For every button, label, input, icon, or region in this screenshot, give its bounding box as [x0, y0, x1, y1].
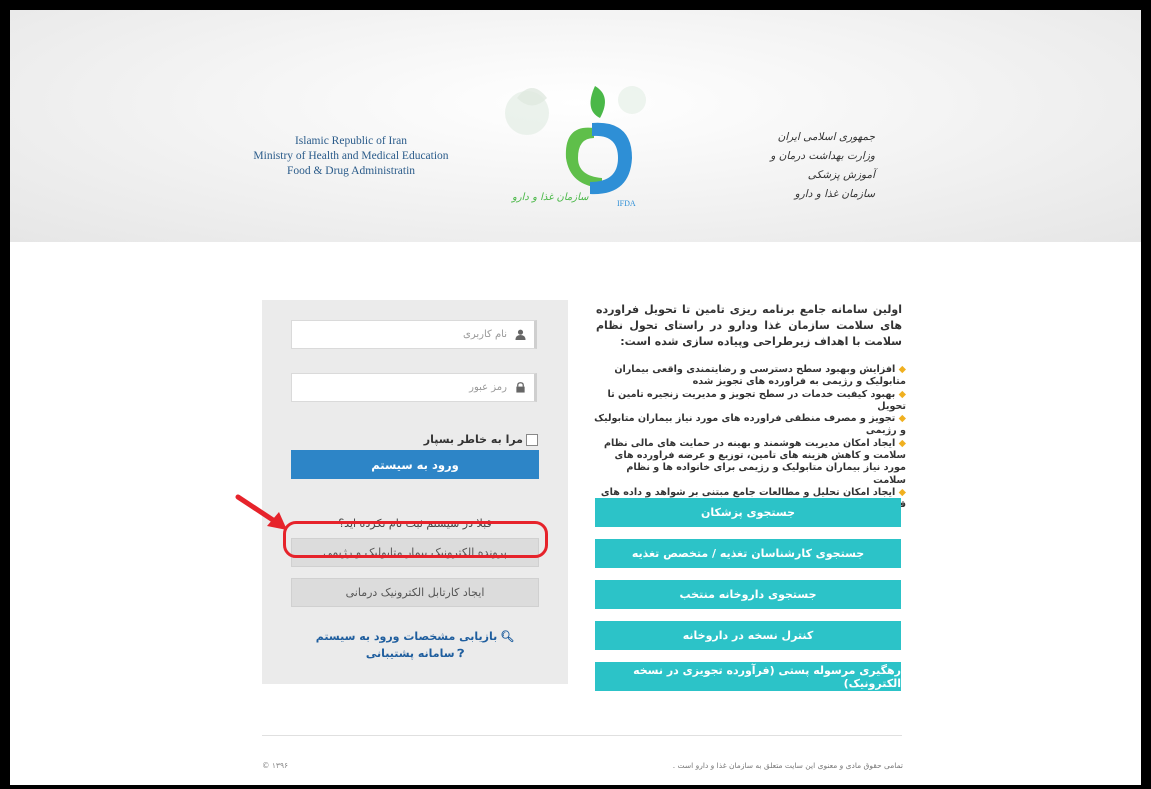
- header-fa-line-2: وزارت بهداشت درمان و آموزش پزشکی: [770, 150, 875, 181]
- header-english-text: Islamic Republic of Iran Ministry of Hea…: [246, 134, 456, 179]
- check-prescription-button[interactable]: کنترل نسخه در داروخانه: [595, 621, 901, 650]
- diamond-icon: ◆: [895, 364, 906, 375]
- highlight-ring-annotation: [283, 521, 548, 558]
- search-doctors-button[interactable]: جستجوی پزشکان: [595, 498, 901, 527]
- remember-label: مرا به خاطر بسپار: [423, 433, 523, 446]
- goal-item: ◆ ایجاد امکان مدیریت هوشمند و بهینه در ح…: [603, 437, 906, 486]
- ifda-logo: IFDA سازمان غذا و دارو: [505, 86, 646, 208]
- remember-checkbox[interactable]: [526, 433, 538, 446]
- diamond-icon: ◆: [895, 486, 906, 498]
- header-fa-line-1: جمهوری اسلامی ایران: [777, 131, 875, 143]
- username-input[interactable]: نام کاربری: [291, 320, 537, 349]
- diamond-icon: ◆: [895, 413, 906, 425]
- recover-link-text: بازیابی مشخصات ورود به سیستم: [315, 630, 498, 643]
- user-icon: [515, 329, 526, 340]
- main-content: نام کاربری رمز عبور مرا به خاطر بسپار ور…: [10, 242, 1141, 785]
- goal-item: ◆ افزایش وبهبود سطح دسترسی و رضایتمندی و…: [614, 364, 906, 388]
- header-fa-line-3: سازمان غذا و دارو: [794, 188, 875, 200]
- login-button[interactable]: ورود به سیستم: [291, 450, 539, 479]
- login-panel: نام کاربری رمز عبور مرا به خاطر بسپار ور…: [262, 300, 568, 684]
- header-en-line-1: Islamic Republic of Iran: [294, 135, 408, 147]
- password-input[interactable]: رمز عبور: [291, 373, 537, 402]
- copyright-year: ۱۳۹۶ ©: [262, 761, 289, 770]
- page-header: Islamic Republic of Iran Ministry of Hea…: [10, 10, 1141, 242]
- lock-icon: [516, 382, 525, 393]
- goal-item: ◆ تجویز و مصرف منطقی فراورده های مورد نی…: [594, 413, 906, 437]
- support-system-link[interactable]: ❓︎سامانه پشتیبانی: [262, 645, 568, 662]
- diamond-icon: ◆: [895, 388, 906, 400]
- search-nutritionists-button[interactable]: جستجوی کارشناسان تغذیه / متخصص تغذیه: [595, 539, 901, 568]
- create-ehr-cartable-button[interactable]: ایجاد کارتابل الکترونیک درمانی: [291, 578, 539, 607]
- logo-persian-text: سازمان غذا و دارو: [510, 192, 589, 203]
- password-placeholder: رمز عبور: [469, 382, 507, 393]
- copyright-text: تمامی حقوق مادی و معنوی این سایت متعلق ب…: [672, 761, 903, 770]
- footer-divider: [262, 735, 902, 736]
- browser-frame: Islamic Republic of Iran Ministry of Hea…: [10, 10, 1141, 785]
- support-link-text: سامانه پشتیبانی: [365, 647, 455, 660]
- track-parcel-button[interactable]: رهگیری مرسوله پستی (فرآورده تجویزی در نس…: [595, 662, 901, 691]
- goal-item: ◆ بهبود کیفیت خدمات در سطح تجویز و مدیری…: [607, 388, 906, 412]
- diamond-icon: ◆: [895, 437, 906, 449]
- username-placeholder: نام کاربری: [463, 329, 507, 340]
- key-icon: 🔍︎: [500, 630, 515, 643]
- goals-list: ◆ افزایش وبهبود سطح دسترسی و رضایتمندی و…: [594, 364, 906, 512]
- header-en-line-3: Food & Drug Administratin: [286, 165, 416, 177]
- recover-credentials-link[interactable]: 🔍︎بازیابی مشخصات ورود به سیستم: [262, 628, 568, 645]
- search-pharmacy-button[interactable]: جستجوی داروخانه منتخب: [595, 580, 901, 609]
- question-icon: ❓︎: [457, 647, 465, 660]
- help-links: 🔍︎بازیابی مشخصات ورود به سیستم ❓︎سامانه …: [262, 628, 568, 662]
- logo-ifda-text: IFDA: [617, 199, 636, 208]
- header-persian-text: جمهوری اسلامی ایران وزارت بهداشت درمان و…: [755, 128, 875, 204]
- intro-text: اولین سامانه جامع برنامه ریزی تامین تا ت…: [596, 303, 902, 348]
- remember-me[interactable]: مرا به خاطر بسپار: [424, 433, 538, 446]
- header-en-line-2: Ministry of Health and Medical Education: [253, 150, 449, 162]
